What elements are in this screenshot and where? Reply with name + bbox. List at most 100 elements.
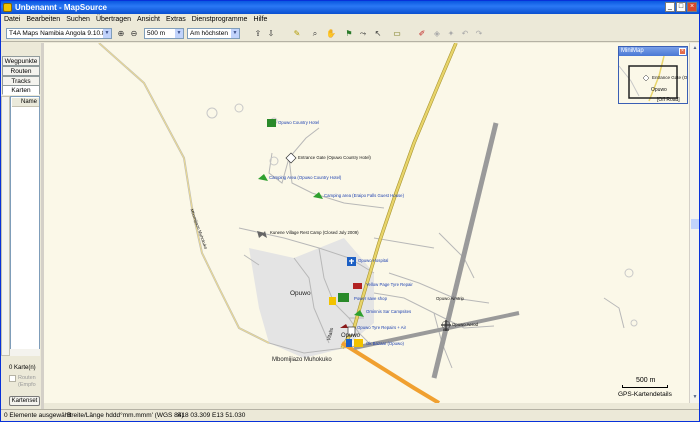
tab-wegpunkte[interactable]: Wegpunkte <box>2 56 40 66</box>
chevron-down-icon: ▼ <box>231 29 239 38</box>
waypoint-tool-icon[interactable]: ⚑ <box>344 29 354 39</box>
western-road <box>98 43 270 344</box>
menu-bearbeiten[interactable]: Bearbeiten <box>23 16 63 23</box>
window-title: Unbenannt - MapSource <box>15 3 108 12</box>
send-to-device-icon[interactable]: ⇪ <box>253 29 263 39</box>
power-shop-icon <box>338 293 349 302</box>
label-power: Power save shop <box>354 296 387 301</box>
close-button[interactable]: × <box>687 2 697 12</box>
entrance-gate-icon <box>642 74 650 82</box>
column-header-name[interactable]: Name <box>12 98 39 107</box>
minimap-title-text: MiniMap <box>621 48 644 54</box>
zoom-in-icon[interactable]: ⊕ <box>116 29 126 39</box>
shop-icon <box>329 297 336 305</box>
label-camp2: Camping area (Eraipo Falls Guest House) <box>324 193 405 198</box>
road <box>288 157 385 209</box>
menu-suchen[interactable]: Suchen <box>63 16 93 23</box>
zoom-out-icon[interactable]: ⊖ <box>129 29 139 39</box>
track-tool-icon[interactable]: ✐ <box>417 29 427 39</box>
orange-road <box>340 341 441 403</box>
routing-checkbox-label: Routen <box>18 375 36 381</box>
label-tyre2: Opuwo Tyre Repairs + Air <box>357 325 406 330</box>
menu-hilfe[interactable]: Hilfe <box>250 16 270 23</box>
list-horizontal-scrollbar[interactable] <box>10 349 40 356</box>
map-product-select[interactable]: T4A Maps Namibia Angola 9.10.8 ▼ <box>6 28 112 39</box>
map-view[interactable]: Opuwo Country Hotel Entrance Gate (Opuwo… <box>44 43 689 403</box>
scale-bar <box>622 385 668 388</box>
routing-checkbox-sublabel: (Empfo <box>18 382 36 388</box>
label-bazaar: Ok Bazaar (Opuwo) <box>366 341 404 346</box>
map-vertical-scrollbar[interactable]: ▲ ▼ <box>689 43 699 403</box>
title-bar: Unbenannt - MapSource _ □ × <box>1 1 699 14</box>
status-bar: 0 Elemente ausgewählt Breite/Länge hddd°… <box>1 409 699 421</box>
bazaar-icon <box>354 339 363 347</box>
label-hotel: Opuwo Country Hotel <box>278 120 320 125</box>
hand-tool-icon[interactable]: ✋ <box>326 29 336 39</box>
map-canvas <box>98 43 638 403</box>
road <box>603 297 625 329</box>
minimap-close-icon[interactable]: × <box>679 48 686 55</box>
detail-level-select[interactable]: Am höchsten ▼ <box>187 28 240 39</box>
zoom-scale-value: 500 m <box>147 30 166 37</box>
entrance-gate-icon <box>285 152 297 164</box>
mapsource-window: Unbenannt - MapSource _ □ × Datei Bearbe… <box>0 0 700 422</box>
fuel-icon <box>346 339 352 347</box>
tyre-repair-icon <box>353 283 362 289</box>
minimap-label-gate: Entrance Gate (O <box>652 75 688 80</box>
routing-checkbox[interactable] <box>9 375 16 382</box>
menu-bar: Datei Bearbeiten Suchen Übertragen Ansic… <box>1 14 699 25</box>
kartenset-button[interactable]: Kartenset <box>9 396 40 406</box>
maximize-button[interactable]: □ <box>676 2 686 12</box>
minimap-window[interactable]: MiniMap × Entrance Gate (O Opuwo [Off Ro… <box>618 46 688 104</box>
map-details-label: GPS-Kartendetails <box>618 391 672 398</box>
status-selection: 0 Elemente ausgewählt <box>4 412 72 419</box>
road <box>373 237 435 249</box>
zoom-tool-icon[interactable]: ⌕ <box>310 29 320 39</box>
scroll-down-icon[interactable]: ▼ <box>691 393 699 401</box>
label-entrance: Entrance Gate (Opuwo Country Hotel) <box>298 155 371 160</box>
detail-level-value: Am höchsten <box>190 30 228 37</box>
route-tool-icon[interactable]: ⤳ <box>358 29 368 39</box>
menu-extras[interactable]: Extras <box>163 16 189 23</box>
undo-icon[interactable]: ↶ <box>460 29 470 39</box>
chevron-down-icon: ▼ <box>175 29 183 38</box>
label-tyre1: Yellow Page Tyre Repair <box>366 282 413 287</box>
western-road <box>98 43 270 344</box>
tab-routen[interactable]: Routen <box>2 66 40 76</box>
status-coords: S18 03.309 E13 51.030 <box>177 412 246 419</box>
map-tool-icon[interactable]: ✎ <box>292 29 302 39</box>
menu-uebertragen[interactable]: Übertragen <box>93 16 134 23</box>
toolbar: T4A Maps Namibia Angola 9.10.8 ▼ ⊕ ⊖ 500… <box>1 26 699 42</box>
menu-datei[interactable]: Datei <box>1 16 23 23</box>
mapsource-app-icon <box>3 3 12 12</box>
map-count: 0 Karte(n) <box>9 365 36 371</box>
eraser-tool-icon[interactable]: ◈ <box>432 29 442 39</box>
measure-tool-icon[interactable]: ▭ <box>390 29 404 39</box>
split-tool-icon[interactable]: ✦ <box>446 29 456 39</box>
chevron-down-icon: ▼ <box>103 29 111 38</box>
label-town2: Opuwo <box>341 333 361 339</box>
runway-main <box>431 122 499 379</box>
settlement-marker <box>630 319 638 327</box>
receive-from-device-icon[interactable]: ⇩ <box>266 29 276 39</box>
zoom-scale-select[interactable]: 500 m ▼ <box>144 28 184 39</box>
label-airstrip: Opuwo Airstrip <box>436 296 464 301</box>
settlement-marker <box>234 103 244 113</box>
tab-karten[interactable]: Karten <box>2 85 40 95</box>
minimap-viewport[interactable] <box>628 65 678 99</box>
menu-ansicht[interactable]: Ansicht <box>134 16 163 23</box>
label-hospital: Opuwo Hospital <box>358 258 389 263</box>
map-list[interactable]: Name <box>10 96 40 356</box>
minimize-button[interactable]: _ <box>665 2 675 12</box>
scale-label: 500 m <box>636 377 656 384</box>
hotel-icon <box>267 119 276 127</box>
selection-tool-icon[interactable]: ↖ <box>373 29 383 39</box>
scroll-up-icon[interactable]: ▲ <box>691 44 699 52</box>
redo-icon[interactable]: ↷ <box>474 29 484 39</box>
label-aero: Opuwo Aerod <box>452 322 479 327</box>
sidebar-scrollbar[interactable] <box>1 96 10 356</box>
menu-dienstprogramme[interactable]: Dienstprogramme <box>189 16 251 23</box>
scroll-thumb[interactable] <box>691 219 699 229</box>
map-product-value: T4A Maps Namibia Angola 9.10.8 <box>9 30 106 37</box>
minimap-title[interactable]: MiniMap <box>619 47 687 56</box>
